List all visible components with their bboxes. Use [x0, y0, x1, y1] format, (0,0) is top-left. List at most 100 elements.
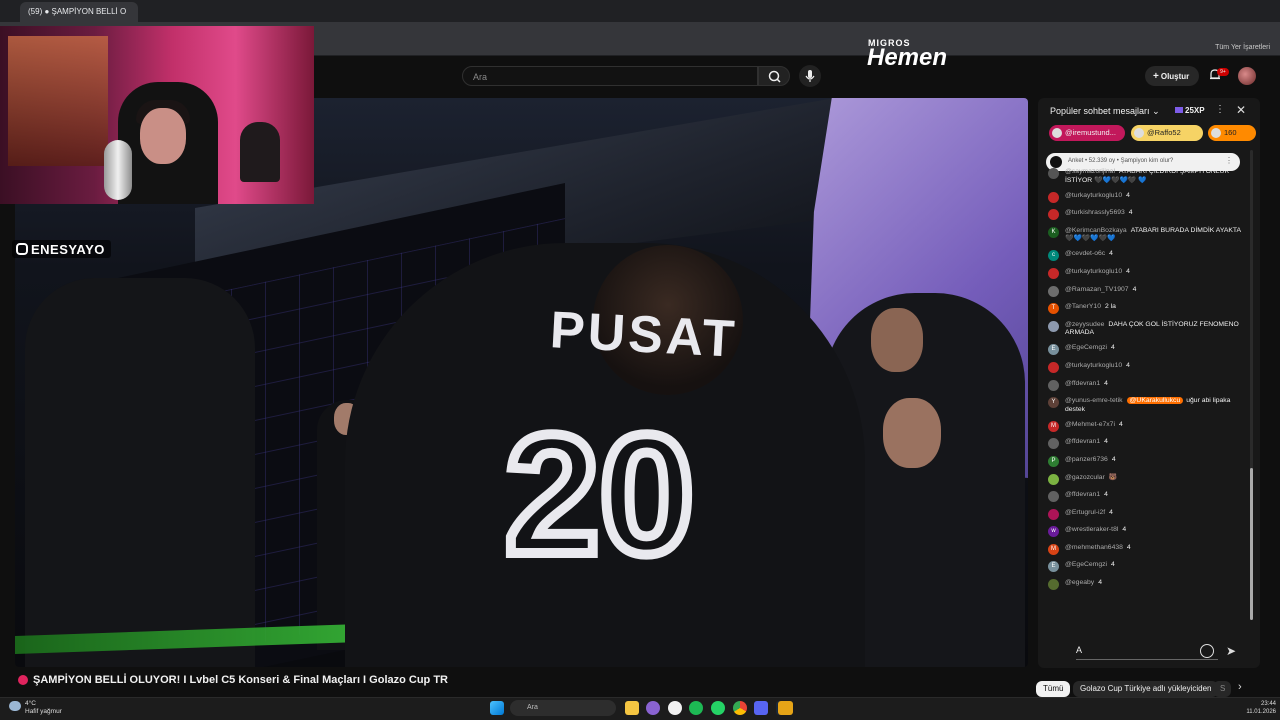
- chat-username[interactable]: @cevdet-o6c: [1065, 250, 1105, 257]
- chat-username[interactable]: @TanerY10: [1065, 303, 1101, 310]
- chat-message[interactable]: c @cevdet-o6c 4: [1048, 250, 1248, 262]
- pinned-user-2[interactable]: @Raffo52: [1131, 125, 1203, 141]
- pinned-user-1[interactable]: @iremustund...: [1049, 125, 1125, 141]
- chat-message[interactable]: @turkayturkoglu10 4: [1048, 267, 1248, 279]
- chat-message[interactable]: @egeaby 4: [1048, 579, 1248, 591]
- search-input[interactable]: Ara: [462, 66, 758, 86]
- chat-message[interactable]: M @Mehmet-e7x7i 4: [1048, 420, 1248, 432]
- chat-message[interactable]: Y @yunus-emre-tetik @UKarakullukcu uğur abi…: [1048, 397, 1248, 414]
- avatar[interactable]: Y: [1048, 397, 1059, 409]
- chat-username[interactable]: @panzer6736: [1065, 456, 1108, 463]
- close-chat-icon[interactable]: ✕: [1236, 103, 1246, 117]
- avatar[interactable]: T: [1048, 303, 1059, 315]
- avatar[interactable]: c: [1048, 250, 1059, 262]
- avatar[interactable]: [1048, 491, 1059, 503]
- avatar[interactable]: [1048, 285, 1059, 297]
- create-button[interactable]: + Oluştur: [1145, 66, 1199, 86]
- chat-username[interactable]: @yunus-emre-tetik: [1065, 397, 1123, 404]
- chat-username[interactable]: @Ramazan_TV1907: [1065, 286, 1129, 293]
- avatar[interactable]: [1048, 191, 1059, 203]
- chat-message[interactable]: T @TanerY10 2 la: [1048, 303, 1248, 315]
- avatar[interactable]: M: [1048, 420, 1059, 432]
- avatar[interactable]: E: [1048, 561, 1059, 573]
- more-options-icon[interactable]: ⋮: [1215, 104, 1225, 115]
- spotify-icon[interactable]: [689, 701, 703, 715]
- chat-username[interactable]: @mehmethan6438: [1065, 544, 1123, 551]
- chat-scrollbar-thumb[interactable]: [1250, 468, 1253, 620]
- avatar[interactable]: w: [1048, 526, 1059, 538]
- chat-username[interactable]: @ffdevran1: [1065, 491, 1100, 498]
- chat-message[interactable]: @saymazorijinal ATABARI ÇILDIRDI ŞAMPİYON…: [1048, 168, 1248, 185]
- chat-message[interactable]: @turkishrassly5693 4: [1048, 209, 1248, 221]
- chat-username[interactable]: @turkayturkoglu10: [1065, 362, 1122, 369]
- chat-message[interactable]: E @EgeCemgzi 4: [1048, 561, 1248, 573]
- chat-message[interactable]: K @KerimcanBozkaya ATABARI BURADA DİMDİK A…: [1048, 226, 1248, 244]
- chat-username[interactable]: @KerimcanBozkaya: [1065, 227, 1127, 234]
- avatar[interactable]: M: [1048, 543, 1059, 555]
- mention-chip[interactable]: @UKarakullukcu: [1126, 397, 1184, 405]
- chip-from-uploader[interactable]: Golazo Cup Türkiye adlı yükleyiciden: [1073, 681, 1219, 697]
- chat-message[interactable]: E @EgeCemgzi 4: [1048, 344, 1248, 356]
- chat-username[interactable]: @gazozcular: [1065, 474, 1105, 481]
- app-icon[interactable]: [646, 701, 660, 715]
- avatar[interactable]: [1048, 379, 1059, 391]
- chat-message[interactable]: M @mehmethan6438 4: [1048, 543, 1248, 555]
- avatar[interactable]: [1048, 473, 1059, 485]
- avatar[interactable]: [1048, 209, 1059, 221]
- send-icon[interactable]: ➤: [1226, 644, 1236, 658]
- discord-icon[interactable]: [754, 701, 768, 715]
- chat-message[interactable]: @zeyysudee DAHA ÇOK GOL İSTİYORUZ FENOMEN…: [1048, 320, 1248, 338]
- chat-username[interactable]: @EgeCemgzi: [1065, 344, 1107, 351]
- chat-username[interactable]: @wrestleraker-t8l: [1065, 526, 1118, 533]
- more-options-icon[interactable]: ⋮: [1225, 156, 1233, 165]
- whatsapp-icon[interactable]: [711, 701, 725, 715]
- chat-username[interactable]: @ffdevran1: [1065, 438, 1100, 445]
- avatar[interactable]: [1048, 267, 1059, 279]
- avatar[interactable]: [1048, 168, 1059, 179]
- search-button[interactable]: [758, 66, 790, 86]
- chat-message[interactable]: w @wrestleraker-t8l 4: [1048, 526, 1248, 538]
- chat-username[interactable]: @ffdevran1: [1065, 380, 1100, 387]
- avatar[interactable]: [1048, 361, 1059, 373]
- chrome-icon[interactable]: [733, 701, 747, 715]
- voice-search-button[interactable]: [799, 65, 821, 87]
- pinned-user-3[interactable]: 160: [1208, 125, 1256, 141]
- avatar[interactable]: E: [1048, 344, 1059, 356]
- chat-username[interactable]: @zeyysudee: [1065, 321, 1104, 328]
- system-clock[interactable]: 23:44 11.01.2026: [1240, 700, 1276, 716]
- chip-more[interactable]: S: [1213, 681, 1231, 697]
- xp-badge[interactable]: 25XP: [1175, 106, 1205, 115]
- windows-start-icon[interactable]: [490, 701, 504, 715]
- chat-message[interactable]: @ffdevran1 4: [1048, 491, 1248, 503]
- taskbar-search[interactable]: Ara: [510, 700, 616, 716]
- chat-message[interactable]: @turkayturkoglu10 4: [1048, 191, 1248, 203]
- weather-icon[interactable]: [9, 701, 21, 711]
- chat-message[interactable]: @turkayturkoglu10 4: [1048, 361, 1248, 373]
- chat-message[interactable]: @ffdevran1 4: [1048, 379, 1248, 391]
- browser-tab[interactable]: (59) ● ŞAMPİYON BELLİ O: [20, 2, 138, 22]
- chat-username[interactable]: @turkayturkoglu10: [1065, 268, 1122, 275]
- app-icon-active[interactable]: [778, 701, 793, 715]
- github-icon[interactable]: [668, 701, 682, 715]
- chat-username[interactable]: @Mehmet-e7x7i: [1065, 421, 1115, 428]
- emoji-icon[interactable]: [1200, 644, 1214, 658]
- chip-all[interactable]: Tümü: [1036, 681, 1071, 697]
- chat-username[interactable]: @Ertugrul-i2f: [1065, 509, 1105, 516]
- avatar[interactable]: K: [1048, 226, 1059, 238]
- chat-username[interactable]: @turkishrassly5693: [1065, 209, 1125, 216]
- chat-message[interactable]: @Ramazan_TV1907 4: [1048, 285, 1248, 297]
- weather-widget[interactable]: 4°C Hafif yağmur: [25, 700, 62, 716]
- avatar[interactable]: [1048, 508, 1059, 520]
- chat-mode-selector[interactable]: Popüler sohbet mesajları ⌄: [1050, 106, 1160, 117]
- chat-username[interactable]: @saymazorijinal: [1065, 168, 1115, 175]
- account-avatar[interactable]: [1238, 67, 1256, 85]
- all-bookmarks-link[interactable]: Tüm Yer İşaretleri: [1215, 44, 1270, 51]
- chat-username[interactable]: @egeaby: [1065, 579, 1094, 586]
- avatar[interactable]: [1048, 579, 1059, 591]
- chat-message-input[interactable]: A: [1068, 642, 1218, 660]
- chat-username[interactable]: @EgeCemgzi: [1065, 561, 1107, 568]
- avatar[interactable]: P: [1048, 455, 1059, 467]
- chat-message[interactable]: P @panzer6736 4: [1048, 455, 1248, 467]
- chat-username[interactable]: @turkayturkoglu10: [1065, 192, 1122, 199]
- chat-message[interactable]: @gazozcular 🐻: [1048, 473, 1248, 485]
